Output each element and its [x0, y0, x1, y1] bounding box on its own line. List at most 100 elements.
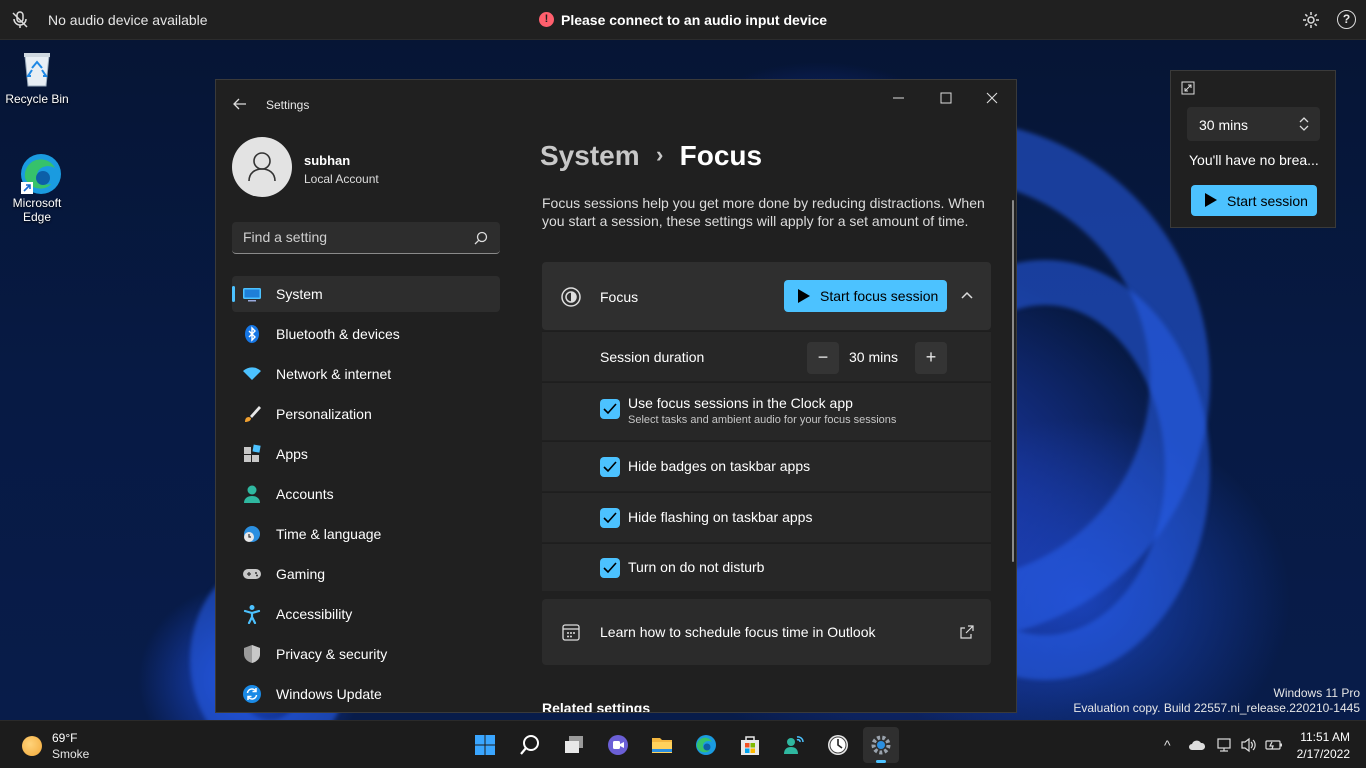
- sidebar-item-label: Apps: [276, 446, 308, 462]
- clock-date[interactable]: 2/17/2022: [1290, 747, 1350, 761]
- duration-select[interactable]: 30 mins: [1187, 107, 1320, 141]
- sidebar-item-accessibility[interactable]: Accessibility: [232, 596, 500, 632]
- checkbox-clock-app[interactable]: [600, 399, 620, 419]
- breadcrumb-system[interactable]: System: [540, 140, 640, 171]
- search-icon[interactable]: [474, 231, 488, 245]
- sidebar-item-privacy[interactable]: Privacy & security: [232, 636, 500, 672]
- accounts-icon: [242, 484, 262, 504]
- file-explorer-icon: [651, 734, 673, 756]
- globe-clock-icon: [242, 524, 262, 544]
- task-view-button[interactable]: [556, 727, 592, 763]
- recycle-bin-icon: [17, 48, 57, 88]
- sidebar-item-system[interactable]: System: [232, 276, 500, 312]
- hide-flashing-row[interactable]: Hide flashing on taskbar apps: [542, 492, 991, 542]
- user-name: subhan: [304, 153, 351, 168]
- duration-value: 30 mins: [849, 349, 899, 365]
- sidebar-item-gaming[interactable]: Gaming: [232, 556, 500, 592]
- sidebar-item-apps[interactable]: Apps: [232, 436, 500, 472]
- audio-status-text: No audio device available: [48, 12, 208, 28]
- sidebar-item-time-language[interactable]: Time & language: [232, 516, 500, 552]
- taskbar-search-button[interactable]: [512, 727, 548, 763]
- start-focus-session-button[interactable]: Start focus session: [784, 280, 947, 312]
- microsoft-edge-label: Microsoft Edge: [12, 196, 62, 224]
- focus-description: Focus sessions help you get more done by…: [542, 195, 985, 229]
- breadcrumb: System › Focus: [540, 140, 762, 172]
- start-button[interactable]: [467, 727, 503, 763]
- file-explorer-button[interactable]: [644, 727, 680, 763]
- play-icon: [1205, 193, 1217, 207]
- sidebar-item-windows-update[interactable]: Windows Update: [232, 676, 500, 712]
- warning-icon: !: [539, 12, 554, 27]
- battery-icon[interactable]: [1265, 737, 1282, 753]
- update-icon: [242, 684, 262, 704]
- store-icon: [739, 734, 761, 756]
- settings-search-box: [232, 222, 500, 254]
- network-icon[interactable]: [1216, 737, 1232, 753]
- breadcrumb-separator: ›: [655, 142, 664, 167]
- option-label: Use focus sessions in the Clock app: [628, 395, 853, 411]
- active-indicator: [876, 760, 886, 763]
- weather-condition[interactable]: Smoke: [52, 747, 89, 761]
- recycle-bin-shortcut[interactable]: Recycle Bin: [1, 48, 73, 106]
- hide-badges-row[interactable]: Hide badges on taskbar apps: [542, 441, 991, 491]
- minimize-button[interactable]: [877, 84, 923, 114]
- brush-icon: [242, 404, 262, 424]
- option-label: Hide flashing on taskbar apps: [628, 509, 813, 525]
- maximize-button[interactable]: [924, 84, 970, 114]
- start-session-button[interactable]: Start session: [1191, 185, 1317, 216]
- microsoft-edge-shortcut[interactable]: Microsoft Edge: [1, 152, 73, 224]
- checkbox-do-not-disturb[interactable]: [600, 558, 620, 578]
- clock-time[interactable]: 11:51 AM: [1298, 730, 1350, 744]
- back-arrow-icon[interactable]: [232, 96, 248, 112]
- session-duration-label: Session duration: [600, 349, 705, 365]
- checkbox-hide-badges[interactable]: [600, 457, 620, 477]
- checkbox-hide-flashing[interactable]: [600, 508, 620, 528]
- sidebar-item-network[interactable]: Network & internet: [232, 356, 500, 392]
- scrollbar[interactable]: [1012, 200, 1014, 562]
- increase-duration-button[interactable]: +: [915, 342, 947, 374]
- focus-label: Focus: [600, 289, 639, 305]
- expand-icon[interactable]: [1181, 81, 1195, 95]
- focus-card-header[interactable]: Focus Start focus session: [542, 262, 991, 330]
- edge-taskbar-button[interactable]: [688, 727, 724, 763]
- weather-sun-icon[interactable]: [22, 736, 42, 756]
- close-button[interactable]: [970, 84, 1016, 114]
- taskbar: 69°F Smoke ^ 11:51 AM 2/17/2022: [0, 720, 1366, 768]
- clock-app-option-row[interactable]: Use focus sessions in the Clock app Sele…: [542, 382, 991, 440]
- settings-window: Settings subhan Local Account System Blu…: [215, 79, 1017, 713]
- volume-icon[interactable]: [1240, 737, 1256, 753]
- apps-icon: [242, 444, 262, 464]
- chat-button[interactable]: [600, 727, 636, 763]
- sidebar-item-label: Gaming: [276, 566, 326, 582]
- sidebar-item-bluetooth[interactable]: Bluetooth & devices: [232, 316, 500, 352]
- outlook-link-card[interactable]: Learn how to schedule focus time in Outl…: [542, 599, 991, 665]
- store-button[interactable]: [732, 727, 768, 763]
- settings-icon: [870, 734, 892, 756]
- gear-icon[interactable]: [1301, 10, 1321, 30]
- do-not-disturb-row[interactable]: Turn on do not disturb: [542, 543, 991, 591]
- weather-temperature[interactable]: 69°F: [52, 731, 77, 745]
- avatar[interactable]: [232, 137, 292, 197]
- duration-select-value: 30 mins: [1199, 117, 1249, 133]
- page-title: Focus: [679, 140, 763, 171]
- bluetooth-icon: [242, 324, 262, 344]
- recycle-bin-label: Recycle Bin: [5, 92, 69, 106]
- decrease-duration-button[interactable]: −: [807, 342, 839, 374]
- people-button[interactable]: [776, 727, 812, 763]
- chevron-up-icon[interactable]: ^: [1164, 737, 1180, 753]
- clock-app-button[interactable]: [820, 727, 856, 763]
- onedrive-icon[interactable]: [1188, 737, 1206, 753]
- sidebar-item-personalization[interactable]: Personalization: [232, 396, 500, 432]
- break-message: You'll have no brea...: [1189, 152, 1319, 168]
- settings-taskbar-button[interactable]: [863, 727, 899, 763]
- help-icon[interactable]: ?: [1337, 10, 1356, 29]
- sidebar-item-label: Accounts: [276, 486, 334, 502]
- search-input[interactable]: [232, 222, 462, 252]
- build-watermark: Evaluation copy. Build 22557.ni_release.…: [1073, 701, 1360, 715]
- chevron-up-down-icon: [1299, 117, 1309, 131]
- option-sublabel: Select tasks and ambient audio for your …: [628, 414, 897, 426]
- chevron-up-icon[interactable]: [956, 284, 978, 306]
- sidebar-item-accounts[interactable]: Accounts: [232, 476, 500, 512]
- audio-notification-bar: No audio device available ! Please conne…: [0, 0, 1366, 40]
- shield-icon: [242, 644, 262, 664]
